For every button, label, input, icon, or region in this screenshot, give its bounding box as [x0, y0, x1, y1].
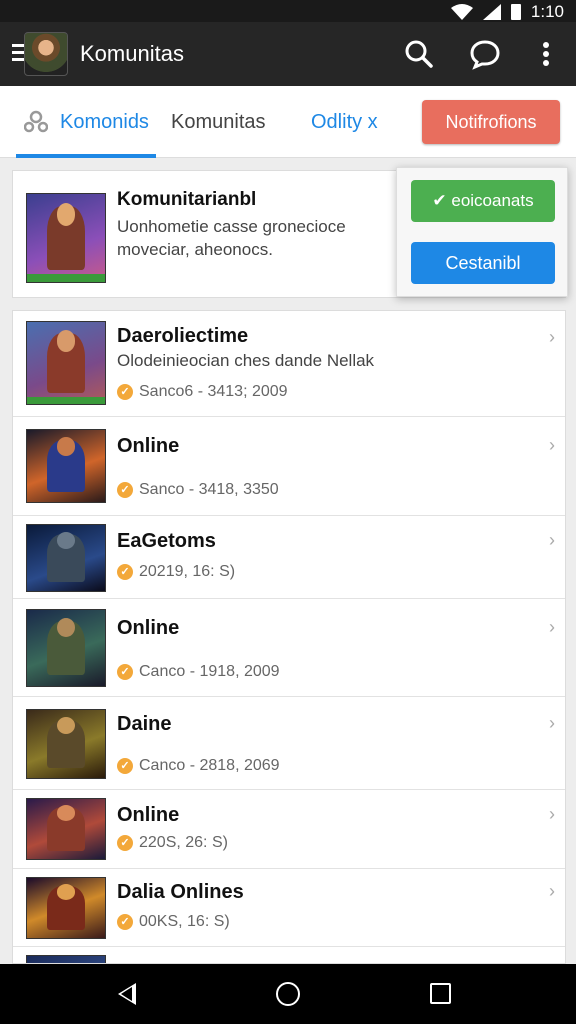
chat-icon[interactable] [469, 38, 501, 70]
list-item[interactable]: Online ✓ 220S, 26: S) › [13, 790, 565, 869]
list-item-thumbnail [26, 321, 106, 405]
signal-icon [482, 4, 501, 20]
coin-icon: ✓ [117, 664, 133, 680]
app-avatar[interactable] [24, 32, 68, 76]
list-item-meta: ✓ 220S, 26: S) [117, 834, 228, 852]
notifications-button[interactable]: Notifrofions [422, 100, 560, 144]
chevron-right-icon: › [549, 713, 555, 733]
chevron-right-icon: › [549, 327, 555, 347]
list-item-title: Online [117, 617, 180, 639]
list-item[interactable]: Online ✓ Canco - 1918, 2009 › [13, 599, 565, 697]
list-item-thumbnail [26, 609, 106, 687]
app-title: Komunitas [80, 41, 184, 66]
list-item-meta-text: Sanco6 - 3413; 2009 [139, 383, 288, 400]
list-item-thumbnail [26, 798, 106, 860]
list-item-thumbnail [26, 429, 106, 503]
list-item-meta-text: 220S, 26: S) [139, 834, 228, 851]
list-item-meta-text: Canco - 1918, 2009 [139, 663, 280, 680]
confirm-button[interactable]: ✔ eoicoanats [411, 180, 555, 222]
coin-icon: ✓ [117, 835, 133, 851]
chevron-right-icon: › [549, 530, 555, 550]
coin-icon: ✓ [117, 914, 133, 930]
tab-bar: Komonids Komunitas Odlity x Notifrofions [0, 86, 576, 158]
recents-icon[interactable] [430, 983, 451, 1004]
confirm-button-label: eoicoanats [451, 191, 534, 210]
list-item-thumbnail [26, 709, 106, 779]
wifi-icon [450, 4, 473, 20]
chevron-right-icon: › [549, 617, 555, 637]
list-item-meta: ✓ Sanco6 - 3413; 2009 [117, 383, 288, 401]
list-item-thumbnail [26, 955, 106, 963]
list-item-title: Dalia Onlines [117, 881, 244, 903]
featured-description: Uonhometie casse gronecioce moveciar, ah… [117, 217, 346, 259]
chevron-right-icon: › [549, 804, 555, 824]
search-icon[interactable] [403, 38, 435, 70]
list-item[interactable]: EaGetoms ✓ 20219, 16: S) › [13, 516, 565, 599]
status-bar: 1:10 [0, 0, 576, 22]
list-item[interactable]: Dalia Onlines ✓ 00KS, 16: S) › [13, 869, 565, 947]
list-item-meta: ✓ Sanco - 3418, 3350 [117, 481, 279, 499]
list-item[interactable] [13, 947, 565, 963]
list-item-meta: ✓ Canco - 1918, 2009 [117, 663, 280, 681]
chevron-right-icon: › [549, 881, 555, 901]
list-item-meta-text: Sanco - 3418, 3350 [139, 481, 279, 498]
list-item[interactable]: Daine ✓ Canco - 2818, 2069 › [13, 697, 565, 790]
list-item[interactable]: Online ✓ Sanco - 3418, 3350 › [13, 417, 565, 516]
list-item-meta: ✓ Canco - 2818, 2069 [117, 757, 280, 775]
list-item-meta: ✓ 20219, 16: S) [117, 563, 235, 581]
coin-icon: ✓ [117, 482, 133, 498]
list-item-meta-text: 20219, 16: S) [139, 563, 236, 580]
app-bar: Komunitas [0, 22, 576, 86]
tab-odlity[interactable]: Odlity x [311, 111, 378, 134]
community-list: Daeroliectime Olodeinieocian ches dande … [12, 310, 566, 964]
list-item-title: Daine [117, 713, 172, 735]
action-popup: ✔ eoicoanats Cestanibl [396, 167, 568, 297]
status-time: 1:10 [530, 2, 564, 21]
tab-indicator [16, 154, 156, 158]
featured-thumbnail [26, 193, 106, 283]
list-item-title: EaGetoms [117, 530, 216, 552]
back-icon[interactable] [118, 983, 136, 1005]
home-icon[interactable] [276, 982, 300, 1006]
list-item-title: Online [117, 435, 180, 457]
check-icon: ✔ [432, 191, 447, 210]
featured-title: Komunitarianbl [117, 189, 257, 210]
list-item-thumbnail [26, 877, 106, 939]
list-item-title: Daeroliectime [117, 325, 249, 347]
coin-icon: ✓ [117, 564, 133, 580]
battery-icon [510, 4, 521, 20]
list-item-meta: ✓ 00KS, 16: S) [117, 913, 230, 931]
list-item[interactable]: Daeroliectime Olodeinieocian ches dande … [13, 311, 565, 417]
list-item-meta-text: Canco - 2818, 2069 [139, 757, 280, 774]
community-icon [24, 110, 48, 133]
system-nav-bar [0, 964, 576, 1024]
list-item-thumbnail [26, 524, 106, 592]
tab-komunitas[interactable]: Komunitas [171, 111, 266, 134]
coin-icon: ✓ [117, 758, 133, 774]
list-item-meta-text: 00KS, 16: S) [139, 913, 230, 930]
more-vert-icon[interactable] [530, 38, 562, 70]
chevron-right-icon: › [549, 435, 555, 455]
tab-komonids[interactable]: Komonids [60, 111, 149, 134]
cancel-button[interactable]: Cestanibl [411, 242, 555, 284]
coin-icon: ✓ [117, 384, 133, 400]
list-item-subtitle: Olodeinieocian ches dande Nellak [117, 351, 375, 370]
list-item-title: Online [117, 804, 180, 826]
